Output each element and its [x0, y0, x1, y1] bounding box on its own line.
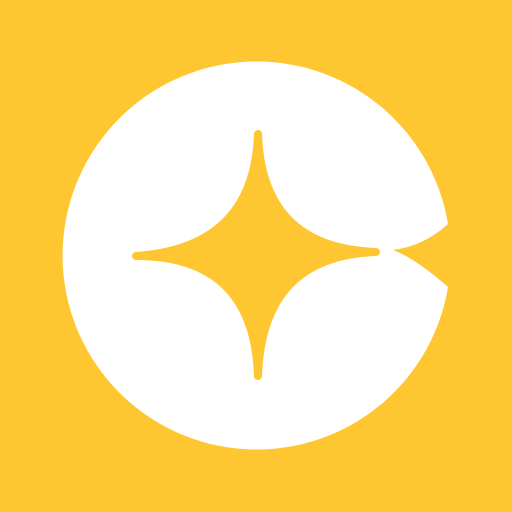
- app-icon: [0, 0, 512, 512]
- logo-graphic: [0, 0, 512, 512]
